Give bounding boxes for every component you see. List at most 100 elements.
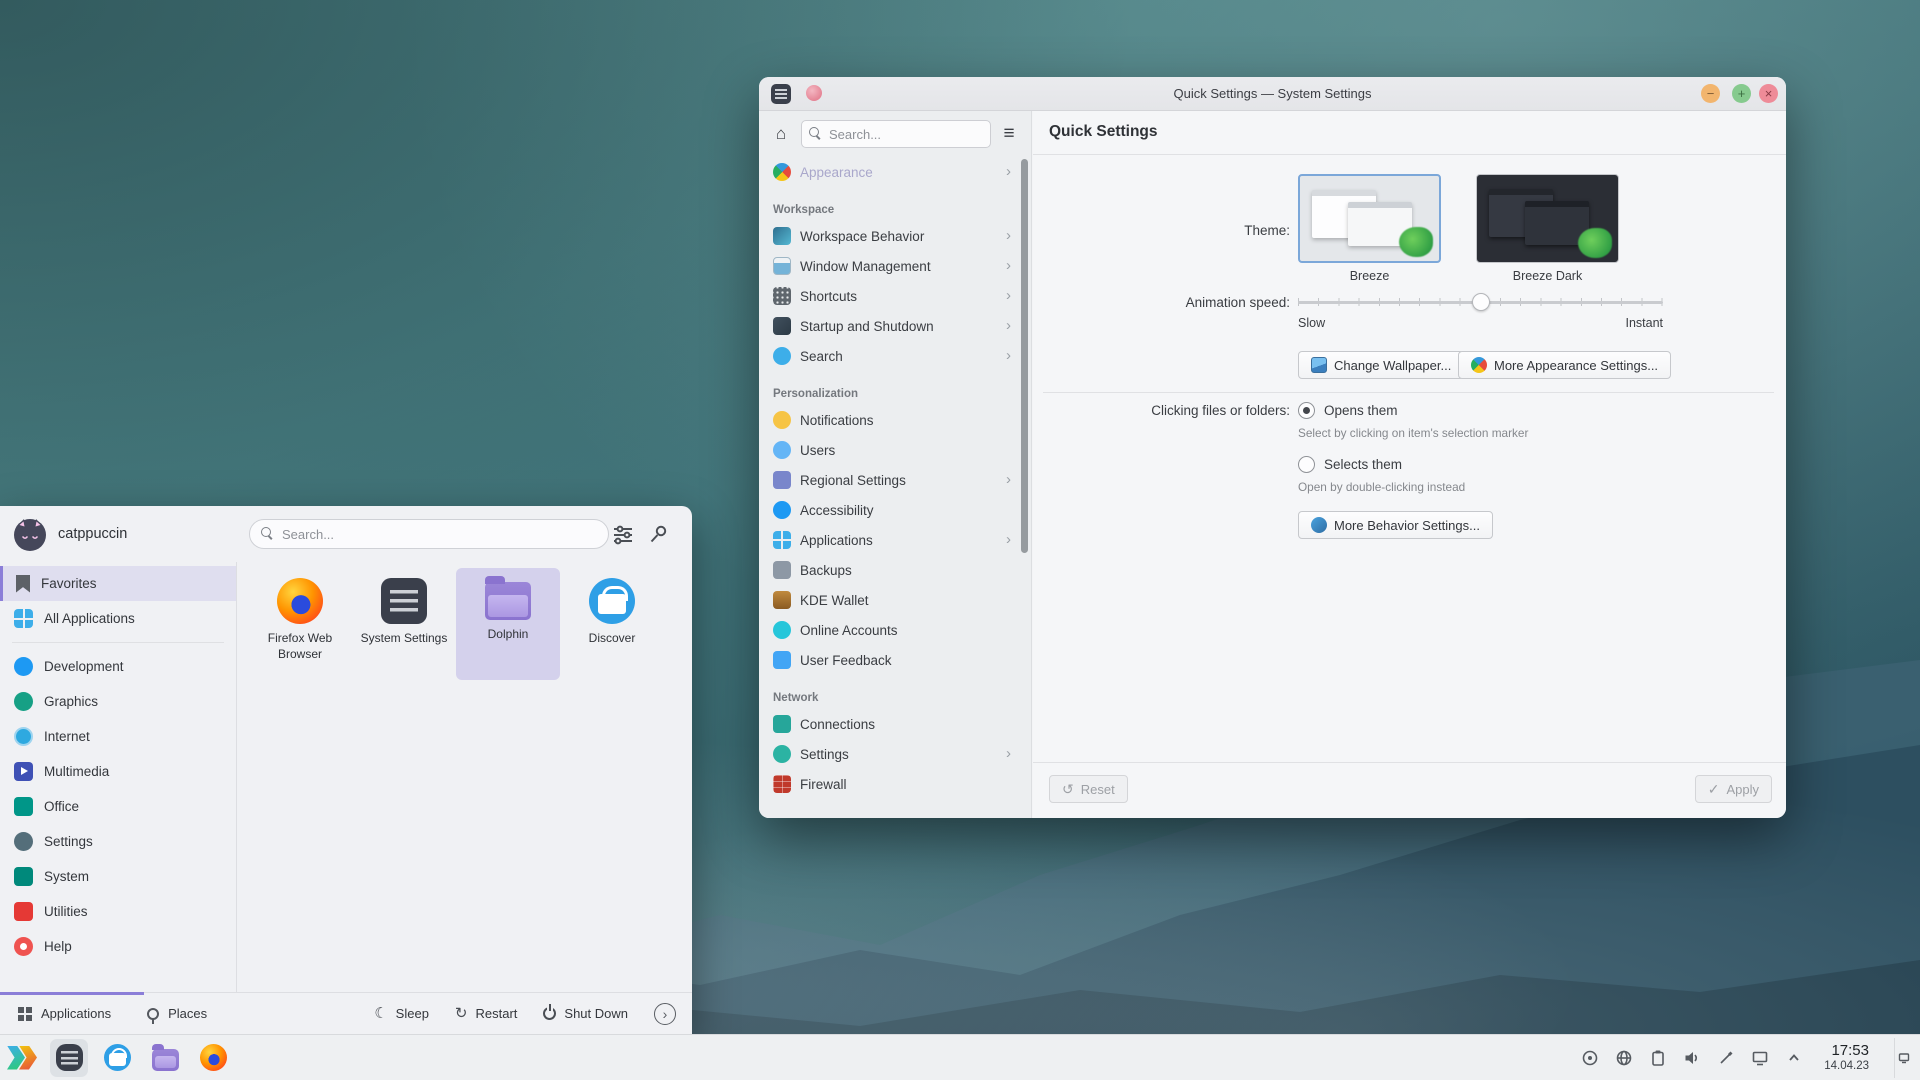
theme-breeze-dark-thumbnail[interactable] <box>1476 174 1619 263</box>
apply-button[interactable]: ✓ Apply <box>1694 775 1772 803</box>
sidebar-scrollbar[interactable] <box>1021 159 1028 553</box>
sidebar-item-workspace-behavior[interactable]: Workspace Behavior › <box>759 221 1017 251</box>
launcher-search-input[interactable] <box>249 519 609 549</box>
sidebar-item-backups[interactable]: Backups <box>759 555 1017 585</box>
sidebar-item-users[interactable]: Users <box>759 435 1017 465</box>
category-help[interactable]: Help <box>0 929 236 964</box>
sidebar-item-shortcuts[interactable]: Shortcuts › <box>759 281 1017 311</box>
menu-button[interactable]: ≡ <box>997 121 1021 147</box>
sidebar-item-label: Startup and Shutdown <box>800 318 934 334</box>
maximize-button[interactable]: + <box>1732 84 1751 103</box>
app-label: Firefox Web Browser <box>267 631 333 661</box>
sidebar-item-regional-settings[interactable]: Regional Settings › <box>759 465 1017 495</box>
color-profile-icon[interactable] <box>1580 1048 1599 1067</box>
sidebar-item-window-management[interactable]: Window Management › <box>759 251 1017 281</box>
category-settings[interactable]: Settings <box>0 824 236 859</box>
radio-unselected-icon[interactable] <box>1298 456 1315 473</box>
category-favorites[interactable]: Favorites <box>0 566 236 601</box>
taskbar-system-settings[interactable] <box>50 1038 88 1077</box>
taskbar-firefox[interactable] <box>194 1039 232 1077</box>
dolphin-icon <box>151 1044 179 1071</box>
sidebar-item-search[interactable]: Search › <box>759 341 1017 371</box>
close-button[interactable]: × <box>1759 84 1778 103</box>
office-icon <box>14 797 33 816</box>
more-appearance-settings-button[interactable]: More Appearance Settings... <box>1458 351 1672 379</box>
more-behavior-settings-button[interactable]: More Behavior Settings... <box>1298 511 1493 539</box>
tablet-pen-icon[interactable] <box>1716 1048 1735 1067</box>
shutdown-button[interactable]: Shut Down <box>543 1004 628 1021</box>
sleep-button[interactable]: ☾ Sleep <box>374 1006 429 1021</box>
sidebar-item-applications[interactable]: Applications › <box>759 525 1017 555</box>
sidebar-item-startup-shutdown[interactable]: Startup and Shutdown › <box>759 311 1017 341</box>
launcher-sidebar: Favorites All Applications Development G… <box>0 562 237 992</box>
sidebar-item-firewall[interactable]: Firewall <box>759 769 1017 799</box>
clipboard-icon[interactable] <box>1648 1048 1667 1067</box>
tab-places[interactable]: Places <box>129 993 225 1034</box>
home-button[interactable]: ⌂ <box>767 120 795 148</box>
theme-breeze-thumbnail[interactable] <box>1298 174 1441 263</box>
slider-handle[interactable] <box>1471 293 1490 311</box>
button-label: Reset <box>1080 781 1115 797</box>
sidebar-item-notifications[interactable]: Notifications <box>759 405 1017 435</box>
all-applications-icon <box>14 609 33 628</box>
settings-search-input[interactable] <box>801 120 991 148</box>
sidebar-item-network-settings[interactable]: Settings › <box>759 739 1017 769</box>
configure-icon[interactable] <box>612 523 634 545</box>
sidebar-item-kde-wallet[interactable]: KDE Wallet <box>759 585 1017 615</box>
chevron-right-icon: › <box>1006 745 1011 762</box>
taskbar-discover[interactable] <box>98 1039 136 1077</box>
sidebar-item-online-accounts[interactable]: Online Accounts <box>759 615 1017 645</box>
expand-tray-icon[interactable] <box>1784 1048 1803 1067</box>
volume-icon[interactable] <box>1682 1048 1701 1067</box>
category-office[interactable]: Office <box>0 789 236 824</box>
network-icon[interactable] <box>1614 1048 1633 1067</box>
category-system[interactable]: System <box>0 859 236 894</box>
sidebar-item-label: Notifications <box>800 412 874 428</box>
sidebar-section-personalization: Personalization <box>773 388 858 400</box>
radio-selects-them[interactable]: Selects them <box>1298 456 1402 473</box>
animation-speed-slider[interactable] <box>1298 293 1663 311</box>
network-settings-icon <box>773 745 791 763</box>
show-desktop-button[interactable] <box>1894 1037 1912 1078</box>
category-multimedia[interactable]: Multimedia <box>0 754 236 789</box>
kde-wallet-icon <box>773 591 791 609</box>
restart-button[interactable]: ↻ Restart <box>455 1006 517 1021</box>
category-utilities[interactable]: Utilities <box>0 894 236 929</box>
sidebar-section-workspace: Workspace <box>773 204 835 216</box>
category-graphics[interactable]: Graphics <box>0 684 236 719</box>
multimedia-icon <box>14 762 33 781</box>
titlebar[interactable]: Quick Settings — System Settings − + × <box>759 77 1786 111</box>
app-tile-firefox[interactable]: Firefox Web Browser <box>248 568 352 680</box>
pin-icon[interactable] <box>648 523 670 545</box>
category-development[interactable]: Development <box>0 649 236 684</box>
category-all-applications[interactable]: All Applications <box>0 601 236 636</box>
reset-button[interactable]: ↺ Reset <box>1049 775 1128 803</box>
tab-applications[interactable]: Applications <box>0 993 129 1034</box>
app-tile-discover[interactable]: Discover <box>560 568 664 680</box>
system-category-icon <box>14 867 33 886</box>
system-settings-icon <box>381 578 427 624</box>
sidebar-item-label: Accessibility <box>800 502 874 518</box>
display-icon[interactable] <box>1750 1048 1769 1067</box>
sidebar-item-accessibility[interactable]: Accessibility <box>759 495 1017 525</box>
user-avatar[interactable] <box>12 516 48 552</box>
chevron-right-icon: › <box>1006 317 1011 334</box>
collapse-chevron-icon[interactable]: › <box>654 1002 676 1025</box>
button-label: Shut Down <box>564 1006 628 1021</box>
app-tile-dolphin[interactable]: Dolphin <box>456 568 560 680</box>
app-tile-system-settings[interactable]: System Settings <box>352 568 456 680</box>
sidebar-item-appearance[interactable]: Appearance › <box>759 157 1017 187</box>
chevron-right-icon: › <box>1006 287 1011 304</box>
sidebar-item-label: Search <box>800 348 843 364</box>
taskbar-dolphin[interactable] <box>146 1039 184 1077</box>
dolphin-icon <box>485 576 531 620</box>
category-internet[interactable]: Internet <box>0 719 236 754</box>
app-launcher-button[interactable] <box>6 1043 40 1073</box>
sidebar-item-user-feedback[interactable]: User Feedback <box>759 645 1017 675</box>
clock[interactable]: 17:53 14.04.23 <box>1824 1042 1869 1072</box>
sidebar-item-connections[interactable]: Connections <box>759 709 1017 739</box>
radio-selected-icon[interactable] <box>1298 402 1315 419</box>
radio-opens-them[interactable]: Opens them <box>1298 402 1398 419</box>
minimize-button[interactable]: − <box>1701 84 1720 103</box>
change-wallpaper-button[interactable]: Change Wallpaper... <box>1298 351 1465 379</box>
